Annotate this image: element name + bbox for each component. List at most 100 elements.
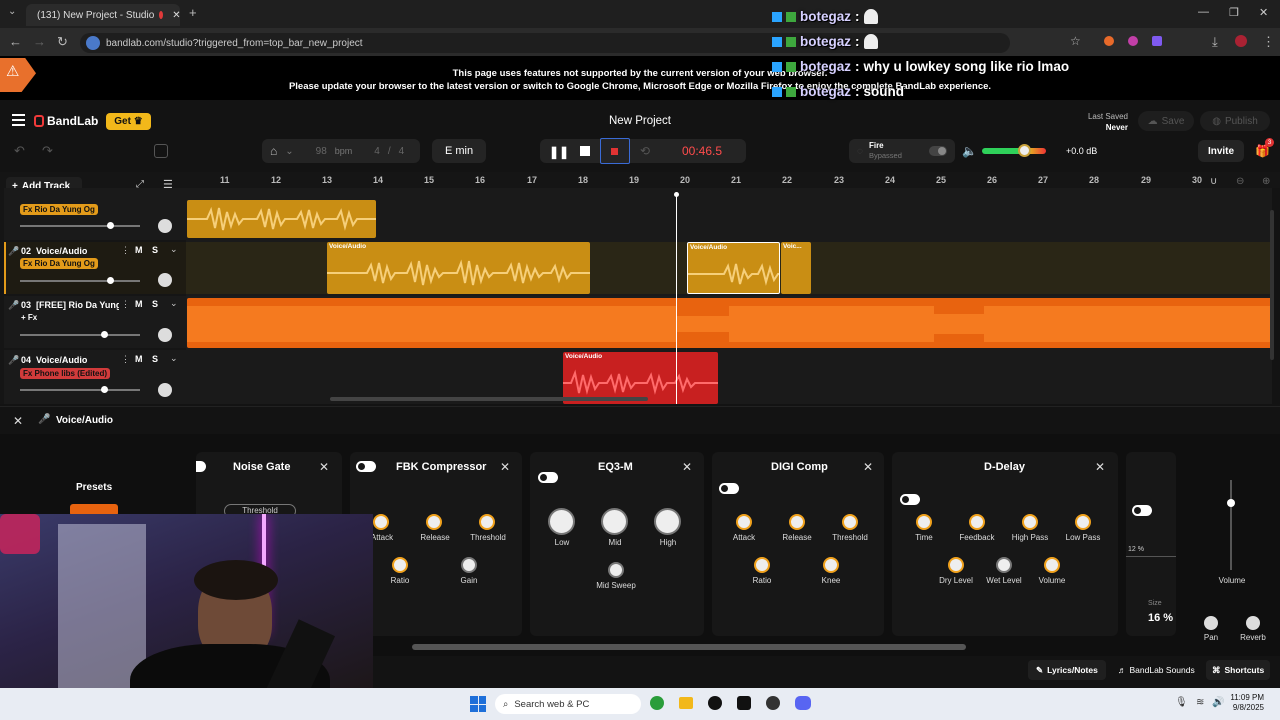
new-tab-icon[interactable]: + bbox=[189, 5, 197, 20]
restore-icon[interactable]: ❐ bbox=[1229, 6, 1239, 19]
solo-button[interactable]: S bbox=[152, 299, 158, 309]
threshold-knob[interactable] bbox=[479, 514, 495, 530]
track-fx-tag[interactable]: Fx Rio Da Yung Og bbox=[20, 204, 98, 215]
site-info-icon[interactable] bbox=[86, 36, 100, 50]
track-name[interactable]: 04 Voice/Audio bbox=[21, 355, 87, 365]
track-pan-knob[interactable] bbox=[158, 328, 172, 342]
track-volume-slider[interactable] bbox=[20, 389, 140, 391]
record-button[interactable] bbox=[600, 138, 630, 164]
audio-clip[interactable]: Voice/Audio bbox=[327, 242, 590, 294]
close-eq3m-icon[interactable]: ✕ bbox=[682, 460, 692, 474]
speaker-icon[interactable]: 🔈 bbox=[962, 144, 977, 158]
metronome-dropdown-icon[interactable]: ⌄ bbox=[285, 146, 293, 157]
mute-button[interactable]: M bbox=[135, 354, 143, 364]
track-pan-knob[interactable] bbox=[158, 219, 172, 233]
wifi-icon[interactable]: ≋ bbox=[1196, 697, 1204, 708]
track-volume-thumb[interactable] bbox=[107, 222, 114, 229]
extension-icon[interactable] bbox=[1104, 36, 1114, 46]
chrome-taskbar-icon[interactable] bbox=[650, 696, 664, 710]
volume-tray-icon[interactable]: 🔊 bbox=[1212, 697, 1224, 708]
close-fbk-compressor-icon[interactable]: ✕ bbox=[500, 460, 510, 474]
close-window-icon[interactable]: ✕ bbox=[1259, 6, 1268, 19]
zoom-out-icon[interactable]: ⊖ bbox=[1236, 176, 1244, 187]
volume-slider-thumb[interactable] bbox=[1018, 144, 1031, 157]
back-icon[interactable]: ← bbox=[9, 34, 22, 49]
close-fx-panel-icon[interactable]: ✕ bbox=[13, 414, 23, 428]
solo-button[interactable]: S bbox=[152, 354, 158, 364]
feedback-knob[interactable] bbox=[969, 514, 985, 530]
bandlab-logo[interactable]: BandLab bbox=[34, 114, 98, 128]
wet-level-knob[interactable] bbox=[996, 557, 1012, 573]
track-volume-slider[interactable] bbox=[20, 225, 140, 227]
hamburger-menu-icon[interactable] bbox=[12, 114, 25, 126]
add-fx-button[interactable]: + Fx bbox=[21, 313, 37, 322]
track-expand-icon[interactable]: ⌄ bbox=[170, 244, 178, 255]
ratio-knob[interactable] bbox=[392, 557, 408, 573]
attack-knob[interactable] bbox=[373, 514, 389, 530]
audio-clip[interactable]: Voic... bbox=[781, 242, 811, 294]
invite-button[interactable]: Invite bbox=[1198, 140, 1244, 162]
forward-icon[interactable]: → bbox=[33, 34, 46, 49]
time-sig-numerator[interactable]: 4 bbox=[374, 146, 380, 157]
discord-icon[interactable] bbox=[795, 696, 811, 710]
track-menu-icon[interactable]: ⋮ bbox=[121, 299, 130, 310]
mid-knob[interactable] bbox=[601, 508, 628, 535]
track-volume-thumb[interactable] bbox=[107, 277, 114, 284]
channel-volume-thumb[interactable] bbox=[1227, 499, 1235, 507]
app-taskbar-icon[interactable] bbox=[766, 696, 780, 710]
app-taskbar-icon[interactable] bbox=[708, 696, 722, 710]
gain-knob[interactable] bbox=[461, 557, 477, 573]
extension-icon[interactable] bbox=[1128, 36, 1138, 46]
download-icon[interactable]: ⤓ bbox=[1212, 34, 1218, 50]
timeline-horizontal-scrollbar[interactable] bbox=[330, 397, 648, 401]
track-volume-slider[interactable] bbox=[20, 334, 140, 336]
close-tab-icon[interactable]: ✕ bbox=[172, 10, 180, 21]
release-knob[interactable] bbox=[789, 514, 805, 530]
low-knob[interactable] bbox=[548, 508, 575, 535]
close-digi-comp-icon[interactable]: ✕ bbox=[863, 460, 873, 474]
master-preset[interactable]: ◌ Fire Bypassed bbox=[849, 139, 955, 163]
audio-clip[interactable] bbox=[187, 200, 376, 238]
timeline-vertical-scrollbar[interactable] bbox=[1270, 210, 1274, 360]
browser-menu-icon[interactable]: ⋮ bbox=[1262, 34, 1275, 50]
release-knob[interactable] bbox=[426, 514, 442, 530]
shortcuts-button[interactable]: ⌘ Shortcuts bbox=[1206, 660, 1271, 680]
master-volume-slider[interactable] bbox=[982, 148, 1046, 154]
undo-icon[interactable]: ↶ bbox=[14, 143, 25, 159]
key-selector[interactable]: E min bbox=[432, 139, 486, 163]
browser-tab[interactable]: (131) New Project - Studio ✕ bbox=[26, 4, 180, 26]
lane-track-4[interactable] bbox=[186, 350, 1272, 404]
system-clock[interactable]: 11:09 PM 9/8/2025 bbox=[1230, 693, 1264, 713]
knee-knob[interactable] bbox=[823, 557, 839, 573]
close-noise-gate-icon[interactable]: ✕ bbox=[319, 460, 329, 474]
track-volume-thumb[interactable] bbox=[101, 386, 108, 393]
audio-clip-selected[interactable]: Voice/Audio bbox=[687, 242, 780, 294]
redo-icon[interactable]: ↷ bbox=[42, 143, 53, 159]
attack-knob[interactable] bbox=[736, 514, 752, 530]
stop-icon[interactable] bbox=[580, 146, 590, 156]
tab-list-icon[interactable]: ⌄ bbox=[8, 6, 16, 17]
lyrics-notes-button[interactable]: ✎ Lyrics/Notes bbox=[1028, 660, 1106, 680]
track-pan-knob[interactable] bbox=[158, 383, 172, 397]
loop-icon[interactable]: ⟲ bbox=[640, 144, 650, 158]
bandlab-sounds-button[interactable]: ♬ BandLab Sounds bbox=[1112, 660, 1201, 680]
pause-icon[interactable]: ❚❚ bbox=[549, 145, 569, 159]
digi-comp-toggle[interactable] bbox=[719, 483, 739, 494]
size-value[interactable]: 16 % bbox=[1148, 612, 1173, 624]
track-menu-icon[interactable]: ⋮ bbox=[121, 354, 130, 365]
d-delay-toggle[interactable] bbox=[900, 494, 920, 505]
track-menu-icon[interactable]: ⋮ bbox=[121, 245, 130, 256]
low-pass-knob[interactable] bbox=[1075, 514, 1091, 530]
track-pan-knob[interactable] bbox=[158, 273, 172, 287]
channel-volume-fader[interactable] bbox=[1230, 480, 1232, 570]
fbk-compressor-toggle[interactable] bbox=[356, 461, 376, 472]
close-d-delay-icon[interactable]: ✕ bbox=[1095, 460, 1105, 474]
get-membership-button[interactable]: Get ♛ bbox=[106, 113, 151, 130]
channel-pan-knob[interactable] bbox=[1204, 616, 1218, 630]
mic-tray-icon[interactable]: 🎙 bbox=[1175, 697, 1188, 708]
audio-app-icon[interactable] bbox=[737, 696, 751, 710]
threshold-knob[interactable] bbox=[842, 514, 858, 530]
zoom-in-icon[interactable]: ⊕ bbox=[1262, 176, 1270, 187]
time-sig-denominator[interactable]: 4 bbox=[399, 146, 405, 157]
eq3m-toggle[interactable] bbox=[538, 472, 558, 483]
